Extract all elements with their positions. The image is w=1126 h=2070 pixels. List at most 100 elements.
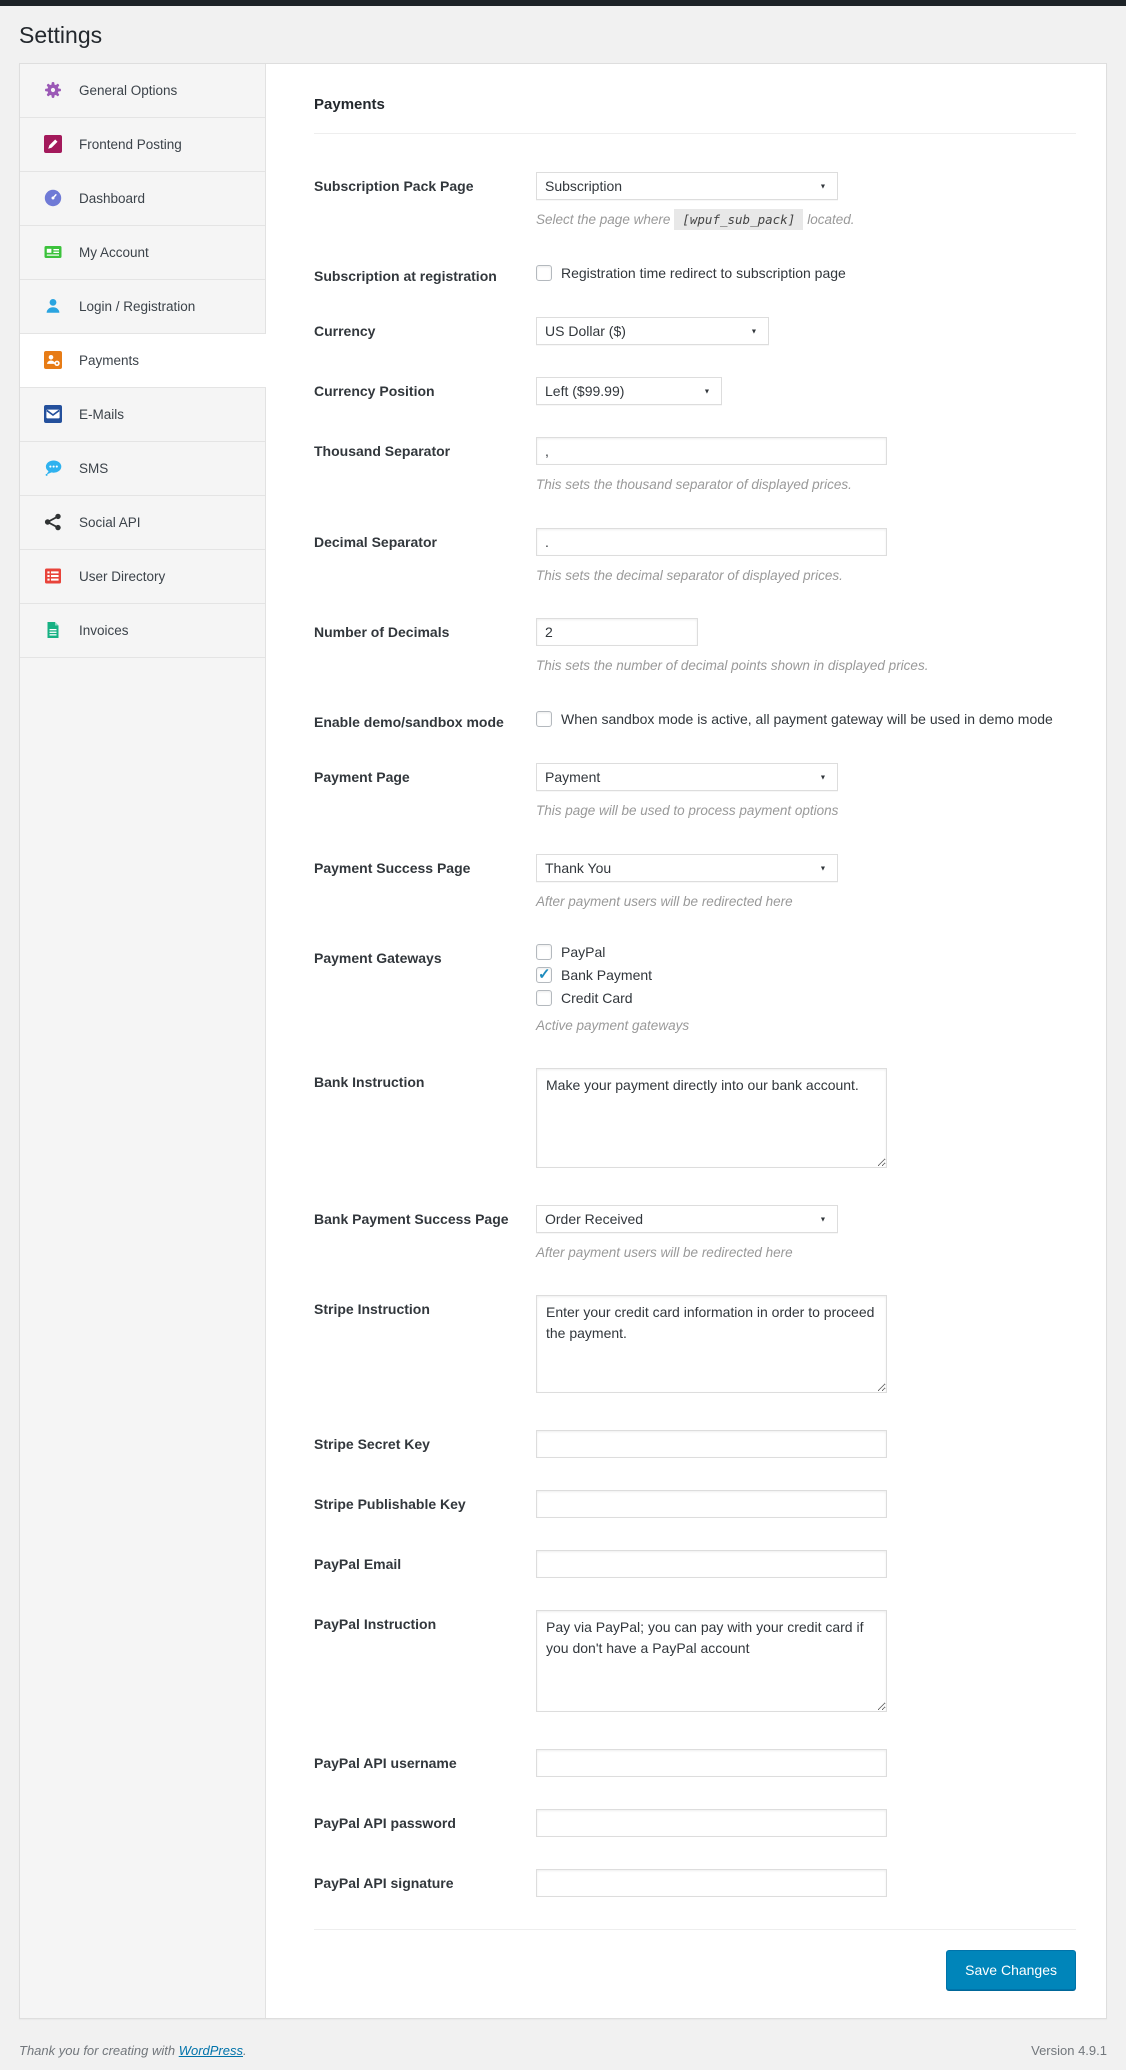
field-row-paypal-api-password: PayPal API password (314, 1809, 1076, 1837)
sidebar-item-label: Invoices (79, 623, 129, 638)
field-row-sandbox-mode: Enable demo/sandbox mode When sandbox mo… (314, 708, 1076, 731)
paypal-gateway-checkbox[interactable] (536, 944, 552, 960)
list-icon (44, 567, 62, 585)
checkbox-label: PayPal (561, 944, 605, 960)
field-row-stripe-instruction: Stripe Instruction Enter your credit car… (314, 1295, 1076, 1398)
field-row-currency-position: Currency Position Left ($99.99) (314, 377, 1076, 405)
sidebar-item-my-account[interactable]: My Account (20, 226, 265, 280)
submit-row: Save Changes (314, 1929, 1076, 2018)
currency-select[interactable]: US Dollar ($) (536, 317, 769, 345)
sidebar-item-label: My Account (79, 245, 149, 260)
sidebar-item-emails[interactable]: E-Mails (20, 388, 265, 442)
gear-icon (44, 81, 62, 99)
field-label: PayPal API username (314, 1749, 536, 1777)
field-row-paypal-api-username: PayPal API username (314, 1749, 1076, 1777)
save-changes-button[interactable]: Save Changes (946, 1950, 1076, 1990)
subscription-pack-page-select[interactable]: Subscription (536, 172, 838, 200)
dashboard-icon (44, 189, 62, 207)
sidebar-item-dashboard[interactable]: Dashboard (20, 172, 265, 226)
shortcode-badge: [wpuf_sub_pack] (674, 209, 803, 230)
registration-redirect-checkbox[interactable] (536, 265, 552, 281)
field-label: Currency Position (314, 377, 536, 405)
field-label: PayPal API password (314, 1809, 536, 1837)
sidebar-item-label: SMS (79, 461, 108, 476)
settings-page-title: Settings (19, 21, 1126, 51)
sidebar-item-social-api[interactable]: Social API (20, 496, 265, 550)
paypal-api-password-input[interactable] (536, 1809, 887, 1837)
stripe-instruction-textarea[interactable]: Enter your credit card information in or… (536, 1295, 887, 1393)
sidebar-item-login-registration[interactable]: Login / Registration (20, 280, 265, 334)
stripe-secret-key-input[interactable] (536, 1430, 887, 1458)
field-label: Decimal Separator (314, 528, 536, 586)
sidebar-item-frontend-posting[interactable]: Frontend Posting (20, 118, 265, 172)
field-label: PayPal Instruction (314, 1610, 536, 1717)
sidebar-item-label: User Directory (79, 569, 165, 584)
field-row-number-of-decimals: Number of Decimals This sets the number … (314, 618, 1076, 676)
field-help: Select the page where[wpuf_sub_pack]loca… (536, 210, 1076, 230)
checkbox-label: Registration time redirect to subscripti… (561, 265, 846, 281)
decimal-separator-input[interactable] (536, 528, 887, 556)
sidebar-item-payments[interactable]: Payments (20, 334, 266, 388)
bank-payment-gateway-checkbox[interactable] (536, 967, 552, 983)
credit-card-gateway-checkbox[interactable] (536, 990, 552, 1006)
field-label: Payment Page (314, 763, 536, 821)
paypal-email-input[interactable] (536, 1550, 887, 1578)
bank-instruction-textarea[interactable]: Make your payment directly into our bank… (536, 1068, 887, 1168)
sandbox-mode-checkbox[interactable] (536, 711, 552, 727)
sidebar-item-user-directory[interactable]: User Directory (20, 550, 265, 604)
field-row-payment-gateways: Payment Gateways PayPal Bank Payment Cre… (314, 944, 1076, 1036)
paypal-api-signature-input[interactable] (536, 1869, 887, 1897)
field-help: After payment users will be redirected h… (536, 892, 1076, 912)
user-icon (44, 297, 62, 315)
payment-page-select[interactable]: Payment (536, 763, 838, 791)
number-of-decimals-input[interactable] (536, 618, 698, 646)
paypal-instruction-textarea[interactable]: Pay via PayPal; you can pay with your cr… (536, 1610, 887, 1712)
sidebar-item-label: Login / Registration (79, 299, 195, 314)
payments-settings-content: Payments Subscription Pack Page Subscrip… (266, 64, 1106, 2018)
stripe-publishable-key-input[interactable] (536, 1490, 887, 1518)
currency-position-select[interactable]: Left ($99.99) (536, 377, 722, 405)
footer-thanks: Thank you for creating with WordPress. (19, 2043, 247, 2058)
share-icon (44, 513, 62, 531)
sidebar-item-label: E-Mails (79, 407, 124, 422)
field-help: This page will be used to process paymen… (536, 801, 1076, 821)
bank-payment-success-page-select[interactable]: Order Received (536, 1205, 838, 1233)
field-row-decimal-separator: Decimal Separator This sets the decimal … (314, 528, 1076, 586)
field-row-stripe-publishable-key: Stripe Publishable Key (314, 1490, 1076, 1518)
field-row-bank-instruction: Bank Instruction Make your payment direc… (314, 1068, 1076, 1173)
field-row-paypal-api-signature: PayPal API signature (314, 1869, 1076, 1897)
field-label: Currency (314, 317, 536, 345)
thousand-separator-input[interactable] (536, 437, 887, 465)
field-row-payment-success-page: Payment Success Page Thank You After pay… (314, 854, 1076, 912)
field-row-subscription-pack-page: Subscription Pack Page Subscription Sele… (314, 172, 1076, 230)
sidebar-item-invoices[interactable]: Invoices (20, 604, 265, 658)
field-label: Bank Instruction (314, 1068, 536, 1173)
content-heading: Payments (314, 64, 1076, 134)
field-row-paypal-instruction: PayPal Instruction Pay via PayPal; you c… (314, 1610, 1076, 1717)
sidebar-item-sms[interactable]: SMS (20, 442, 265, 496)
field-help: This sets the thousand separator of disp… (536, 475, 1076, 495)
field-label: Payment Gateways (314, 944, 536, 1036)
settings-sidebar: General Options Frontend Posting Dashboa… (20, 64, 266, 2018)
sidebar-item-label: Payments (79, 353, 139, 368)
envelope-icon (44, 405, 62, 423)
field-row-bank-payment-success-page: Bank Payment Success Page Order Received… (314, 1205, 1076, 1263)
sidebar-item-general-options[interactable]: General Options (20, 64, 265, 118)
paypal-api-username-input[interactable] (536, 1749, 887, 1777)
field-label: Stripe Secret Key (314, 1430, 536, 1458)
field-row-paypal-email: PayPal Email (314, 1550, 1076, 1578)
settings-panel: General Options Frontend Posting Dashboa… (19, 63, 1107, 2019)
field-row-stripe-secret-key: Stripe Secret Key (314, 1430, 1076, 1458)
field-help: After payment users will be redirected h… (536, 1243, 1076, 1263)
wordpress-link[interactable]: WordPress (179, 2043, 243, 2058)
field-row-currency: Currency US Dollar ($) (314, 317, 1076, 345)
field-label: Subscription at registration (314, 262, 536, 285)
field-label: Payment Success Page (314, 854, 536, 912)
checkbox-label: Credit Card (561, 990, 633, 1006)
pencil-icon (44, 135, 62, 153)
payment-success-page-select[interactable]: Thank You (536, 854, 838, 882)
field-label: Enable demo/sandbox mode (314, 708, 536, 731)
field-label: Subscription Pack Page (314, 172, 536, 230)
field-label: Bank Payment Success Page (314, 1205, 536, 1263)
field-label: Number of Decimals (314, 618, 536, 676)
